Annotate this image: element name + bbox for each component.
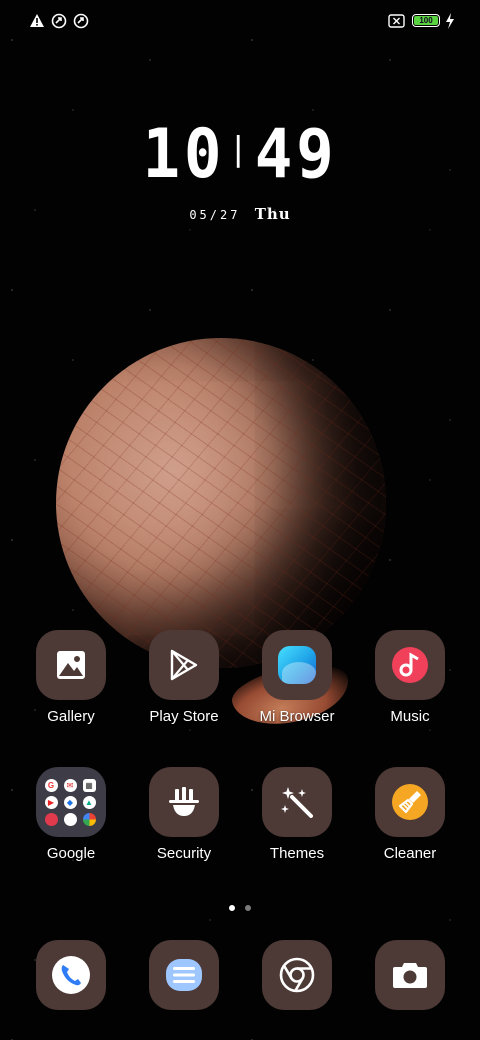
app-security[interactable]: Security	[124, 767, 244, 862]
status-bar: 100	[0, 0, 480, 40]
lockscreen-date: 05/27 Thu	[0, 205, 480, 223]
sync-icon	[73, 13, 89, 29]
app-label: Play Store	[149, 708, 219, 725]
app-music[interactable]: Music	[350, 630, 470, 725]
app-label: Music	[390, 708, 430, 725]
phone-icon	[52, 956, 90, 994]
app-label: Google	[46, 845, 96, 862]
app-cleaner[interactable]: Cleaner	[350, 767, 470, 862]
themes-app-icon[interactable]	[262, 767, 332, 837]
mi-browser-icon	[278, 646, 316, 684]
music-app-icon[interactable]	[375, 630, 445, 700]
date-text: 05/27	[189, 208, 241, 222]
wallpaper-planet	[56, 338, 386, 668]
sync-icon	[51, 13, 67, 29]
warning-icon	[30, 14, 44, 27]
play-store-icon	[170, 649, 198, 681]
app-label: Security	[156, 845, 212, 862]
app-gallery[interactable]: Gallery	[11, 630, 131, 725]
duo-icon	[44, 812, 58, 826]
gallery-app-icon[interactable]	[36, 630, 106, 700]
app-themes[interactable]: Themes	[237, 767, 357, 862]
mi-browser-app-icon[interactable]	[262, 630, 332, 700]
app-mi-browser[interactable]: Mi Browser	[237, 630, 357, 725]
youtube-icon: ▶	[44, 795, 58, 809]
gallery-icon	[57, 651, 85, 679]
clock-hour: 10	[142, 115, 226, 194]
security-icon	[169, 787, 199, 816]
messages-mini-icon	[63, 812, 77, 826]
photos-icon	[82, 812, 96, 826]
dock-phone[interactable]	[36, 940, 106, 1010]
gmail-icon: ✉	[63, 778, 77, 792]
page-dot[interactable]	[245, 905, 251, 911]
security-app-icon[interactable]	[149, 767, 219, 837]
music-icon	[392, 647, 428, 683]
cleaner-icon	[392, 784, 428, 820]
app-label: Themes	[269, 845, 325, 862]
no-sim-icon	[388, 14, 405, 28]
dock-chrome[interactable]	[262, 940, 332, 1010]
themes-icon	[281, 787, 313, 818]
cleaner-app-icon[interactable]	[375, 767, 445, 837]
camera-icon	[393, 963, 427, 988]
google-folder-icon: G ✉ ▦ ▶ ◆ ▲	[44, 775, 98, 829]
app-label: Mi Browser	[259, 708, 335, 725]
chrome-icon	[279, 957, 315, 993]
app-play-store[interactable]: Play Store	[124, 630, 244, 725]
battery-icon: 100	[412, 14, 440, 27]
dock-messages[interactable]	[149, 940, 219, 1010]
battery-level: 100	[419, 15, 433, 25]
app-label: Cleaner	[383, 845, 437, 862]
clock-separator: ❘	[227, 127, 253, 173]
calendar-icon: ▦	[82, 778, 96, 792]
messages-icon	[166, 959, 202, 991]
google-folder[interactable]: G ✉ ▦ ▶ ◆ ▲	[36, 767, 106, 837]
play-store-app-icon[interactable]	[149, 630, 219, 700]
app-google-folder[interactable]: G ✉ ▦ ▶ ◆ ▲ Google	[11, 767, 131, 862]
page-indicator	[0, 898, 480, 916]
drive-icon: ▲	[82, 795, 96, 809]
clock-minute: 49	[254, 115, 338, 194]
lockscreen-clock: 10❘49	[19, 112, 461, 193]
page-dot-active[interactable]	[229, 905, 235, 911]
weekday-text: Thu	[254, 205, 291, 223]
charging-icon	[446, 13, 454, 29]
google-icon: G	[44, 778, 58, 792]
maps-icon: ◆	[63, 795, 77, 809]
dock-camera[interactable]	[375, 940, 445, 1010]
app-label: Gallery	[47, 708, 95, 725]
